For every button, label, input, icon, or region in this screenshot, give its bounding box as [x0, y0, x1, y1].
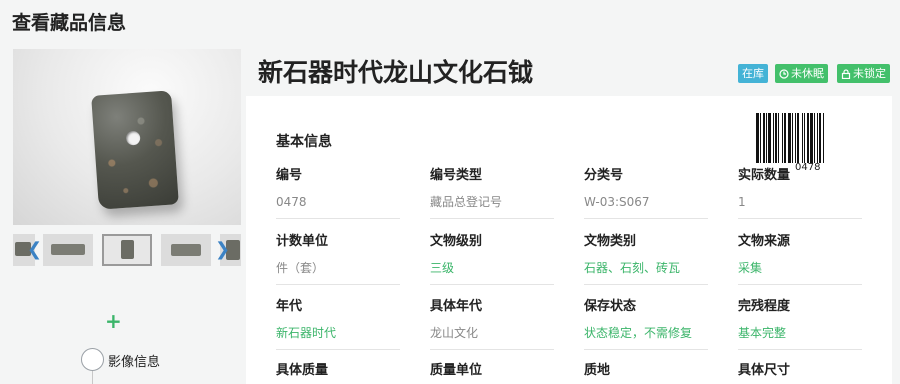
status-badge-in-stock: 在库: [738, 64, 768, 83]
status-badge-unlocked: 未锁定: [837, 64, 890, 83]
field-label: 文物类别: [584, 234, 637, 249]
timeline-node-circle[interactable]: [81, 348, 104, 371]
timeline-line: [92, 370, 93, 384]
field-value: 件（套）: [276, 261, 325, 275]
field-label: 具体尺寸: [738, 363, 791, 378]
field-value: 龙山文化: [430, 326, 479, 340]
field-classification-number: 分类号 W-03:S067: [584, 166, 708, 219]
thumbnail-selected[interactable]: [102, 234, 152, 266]
field-label: 实际数量: [738, 168, 791, 183]
add-plus-icon[interactable]: +: [105, 311, 122, 331]
barcode-image: [756, 113, 824, 163]
field-actual-quantity: 实际数量 1: [738, 166, 862, 219]
field-label: 编号: [276, 168, 303, 183]
field-number: 编号 0478: [276, 166, 400, 219]
field-value[interactable]: 新石器时代: [276, 321, 400, 345]
field-value: 0478: [276, 195, 307, 209]
field-label: 完残程度: [738, 299, 791, 314]
thumbnail[interactable]: [161, 234, 211, 266]
field-label: 年代: [276, 299, 303, 314]
field-label: 编号类型: [430, 168, 483, 183]
next-image-arrow-icon[interactable]: ❯: [215, 238, 230, 262]
field-label: 具体年代: [430, 299, 483, 314]
basic-info-card: 基本信息 0478 编号 0478 编号类型 藏品总登记号 分类号 W-03:S…: [246, 96, 892, 384]
field-count-unit: 计数单位 件（套）: [276, 232, 400, 285]
field-label: 具体质量: [276, 363, 329, 378]
field-value[interactable]: 基本完整: [738, 321, 862, 345]
field-specific-dimensions: 具体尺寸: [738, 361, 862, 381]
lock-icon: [841, 69, 851, 80]
thumbnail-strip: [13, 234, 241, 266]
status-badge-not-dormant: 未休眠: [775, 64, 828, 83]
stone-axe-image: [91, 90, 179, 210]
field-label: 文物来源: [738, 234, 791, 249]
field-completeness: 完残程度 基本完整: [738, 297, 862, 350]
field-value[interactable]: 采集: [738, 256, 862, 280]
field-label: 文物级别: [430, 234, 483, 249]
field-label: 质地: [584, 363, 611, 378]
section-title-basic-info: 基本信息: [276, 134, 332, 150]
field-label: 计数单位: [276, 234, 329, 249]
field-value[interactable]: 石器、石刻、砖瓦: [584, 256, 708, 280]
field-relic-source: 文物来源 采集: [738, 232, 862, 285]
page-title: 查看藏品信息: [12, 12, 127, 34]
field-specific-era: 具体年代 龙山文化: [430, 297, 554, 350]
field-label: 保存状态: [584, 299, 637, 314]
field-mass-unit: 质量单位: [430, 361, 554, 381]
field-number-type: 编号类型 藏品总登记号: [430, 166, 554, 219]
field-specific-mass: 具体质量: [276, 361, 400, 381]
timeline-node-label[interactable]: 影像信息: [108, 351, 160, 370]
main-artifact-photo[interactable]: [13, 49, 241, 225]
field-material: 质地: [584, 361, 708, 381]
field-era: 年代 新石器时代: [276, 297, 400, 350]
field-relic-category: 文物类别 石器、石刻、砖瓦: [584, 232, 708, 285]
field-value: W-03:S067: [584, 195, 650, 209]
field-value: 1: [738, 195, 746, 209]
thumbnail[interactable]: [43, 234, 93, 266]
item-title: 新石器时代龙山文化石钺: [258, 58, 534, 87]
field-value: 藏品总登记号: [430, 195, 503, 209]
field-preservation-state: 保存状态 状态稳定，不需修复: [584, 297, 708, 350]
field-value[interactable]: 三级: [430, 256, 554, 280]
clock-icon: [779, 69, 789, 79]
field-label: 质量单位: [430, 363, 483, 378]
field-label: 分类号: [584, 168, 624, 183]
field-value[interactable]: 状态稳定，不需修复: [584, 321, 708, 345]
field-relic-grade: 文物级别 三级: [430, 232, 554, 285]
prev-image-arrow-icon[interactable]: ❮: [27, 238, 42, 262]
